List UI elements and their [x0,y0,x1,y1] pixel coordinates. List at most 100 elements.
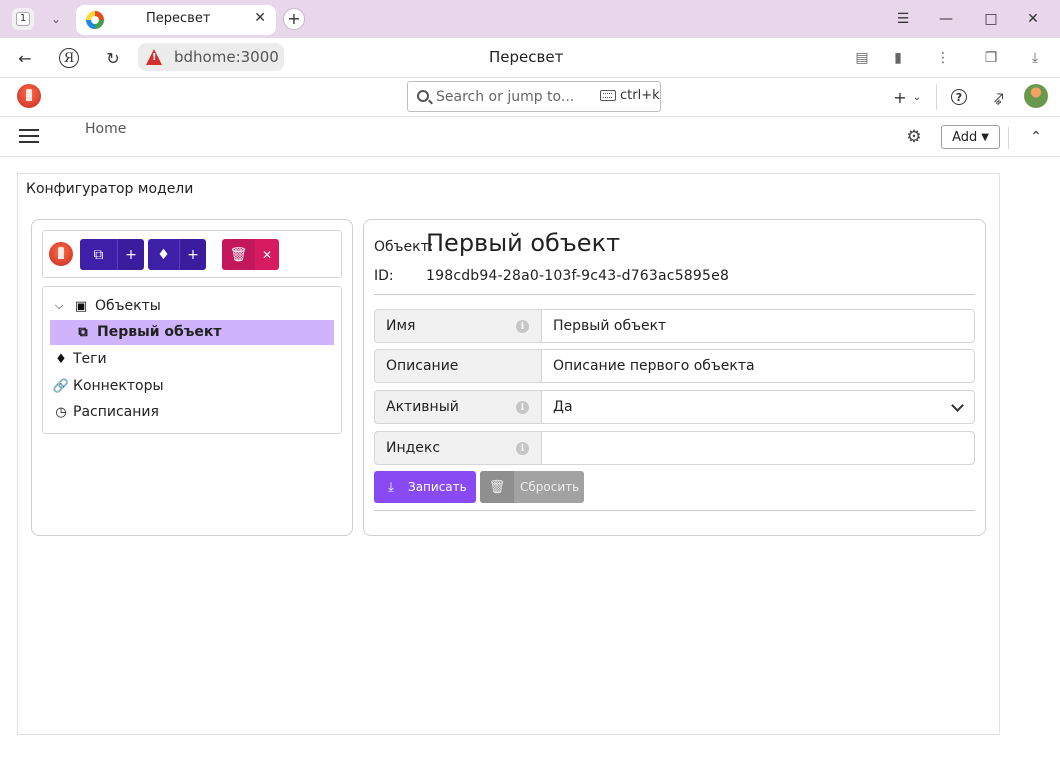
add-tag-button-group[interactable]: ♦ + [148,239,206,270]
add-object-plus-icon[interactable]: + [117,239,144,270]
info-icon[interactable]: i [516,401,529,414]
chevron-down-icon [951,399,964,412]
divider [374,294,975,295]
info-icon[interactable]: i [516,320,529,333]
user-avatar[interactable] [1024,84,1048,108]
reset-button-label: Сбросить [520,480,580,494]
translate-icon[interactable]: ▤ [851,47,873,69]
browser-tab-active[interactable]: Пересвет ✕ [76,5,276,35]
close-tab-icon[interactable]: ✕ [254,10,266,26]
trash-icon[interactable]: 🗑 [222,239,255,270]
download-icon: ⤓ [388,479,394,495]
page-toolbar: Home ⚙ Add ▼ ⌃ [0,117,1060,157]
app-header: ctrl+k + ⌄ ? ⥵ [0,78,1060,117]
page-title: Пересвет [489,48,564,66]
add-object-button-group[interactable]: ⧉ + [80,239,144,270]
back-arrow-icon[interactable]: ← [13,46,37,70]
clock-icon: ◷ [55,404,67,420]
browser-tab-bar: 1 ⌄ Пересвет ✕ + ☰ — □ ✕ [0,0,1060,38]
tree-item-label: Расписания [73,404,159,420]
reload-icon[interactable]: ↻ [101,46,125,70]
tree-item-connectors[interactable]: 🔗 Коннекторы [53,374,164,398]
toolbar-logo-icon [49,242,73,266]
save-button[interactable]: ⤓ Записать [374,471,476,503]
subbar-divider [1008,127,1009,149]
add-tag-plus-icon[interactable]: + [179,239,206,270]
close-window-icon[interactable]: ✕ [1021,8,1045,30]
object-hierarchy-icon[interactable]: ⧉ [80,239,117,270]
tree-item-label: Первый объект [97,324,222,340]
field-label-text: Индекс [386,440,441,456]
description-input[interactable] [541,349,975,383]
field-label-name: Имя i [374,309,542,343]
tab-list-chevron-icon[interactable]: ⌄ [42,8,70,30]
site-favicon-icon [86,11,104,29]
add-button-label: Add [952,129,978,145]
id-label: ID: [374,268,394,284]
expand-chevron-icon[interactable]: ⌵ [53,298,65,314]
search-box[interactable]: ctrl+k [407,81,661,112]
tree-item-schedules[interactable]: ◷ Расписания [53,400,159,424]
minimize-icon[interactable]: — [934,8,958,30]
collapse-chevron-up-icon[interactable]: ⌃ [1026,127,1046,147]
tree-item-objects[interactable]: ⌵ ▣ Объекты [53,294,161,318]
search-shortcut: ctrl+k [620,88,660,103]
maximize-icon[interactable]: □ [979,8,1003,30]
add-button[interactable]: Add ▼ [941,125,1000,149]
help-icon[interactable]: ? [948,86,970,108]
active-select-value: Да [553,399,573,415]
id-value: 198cdb94-28a0-103f-9c43-d763ac5895e8 [426,268,730,284]
menu-icon[interactable]: ☰ [891,8,915,30]
rss-feed-icon[interactable]: ⥵ [982,81,1013,112]
object-caption: Объект: [374,239,434,255]
field-label-index: Индекс i [374,431,542,465]
field-label-description: Описание [374,349,542,383]
more-vertical-icon[interactable]: ⋮ [932,47,954,69]
tab-counter[interactable]: 1 [12,8,34,30]
keyboard-icon [600,90,616,101]
tree-item-first-object[interactable]: ⧉ Первый объект [75,320,221,344]
tab-count: 1 [16,12,30,26]
url-field[interactable]: bdhome:3000 [138,43,284,71]
gear-icon[interactable]: ⚙ [905,128,923,146]
browser-address-bar: ← Я ↻ bdhome:3000 Пересвет ▤ ▮ ⋮ ❐ ⤓ [0,38,1060,78]
divider [374,510,975,511]
trash-icon: 🗑 [480,471,514,503]
object-name-heading: Первый объект [426,229,621,257]
tags-icon: ♦ [55,351,67,367]
object-node-icon: ⧉ [78,324,88,340]
collections-icon[interactable]: ❐ [980,47,1002,69]
search-input[interactable] [436,87,601,107]
reset-button[interactable]: 🗑 Сбросить [480,471,584,503]
header-divider [936,84,937,110]
index-input[interactable] [541,431,975,465]
insecure-warning-icon[interactable] [146,49,162,65]
delete-button-group[interactable]: 🗑 ✕ [222,239,279,270]
yandex-icon[interactable]: Я [57,46,81,70]
field-label-text: Описание [386,358,459,374]
link-icon: 🔗 [52,378,70,394]
name-input[interactable] [541,309,975,343]
hamburger-menu-icon[interactable] [19,129,39,143]
chevron-down-icon: ▼ [981,131,989,143]
close-icon[interactable]: ✕ [255,239,279,270]
search-icon [417,90,429,102]
url-host: bdhome:3000 [174,48,279,66]
download-icon[interactable]: ⤓ [1024,47,1046,69]
field-label-active: Активный i [374,390,542,424]
info-icon[interactable]: i [516,442,529,455]
tree-item-tags[interactable]: ♦ Теги [53,347,106,371]
breadcrumb-home[interactable]: Home [85,121,126,137]
object-group-icon: ▣ [74,298,88,314]
active-select[interactable]: Да [541,390,975,424]
field-label-text: Активный [386,399,459,415]
tag-icon[interactable]: ♦ [148,239,179,270]
panel-title: Конфигуратор модели [26,181,194,197]
brand-logo-icon[interactable] [17,84,41,108]
save-button-label: Записать [408,480,467,494]
tree-item-label: Коннекторы [73,378,164,394]
bookmark-icon[interactable]: ▮ [887,47,909,69]
tab-title: Пересвет [146,11,211,26]
create-chevron-down-icon[interactable]: ⌄ [906,86,928,108]
new-tab-button[interactable]: + [283,8,305,30]
